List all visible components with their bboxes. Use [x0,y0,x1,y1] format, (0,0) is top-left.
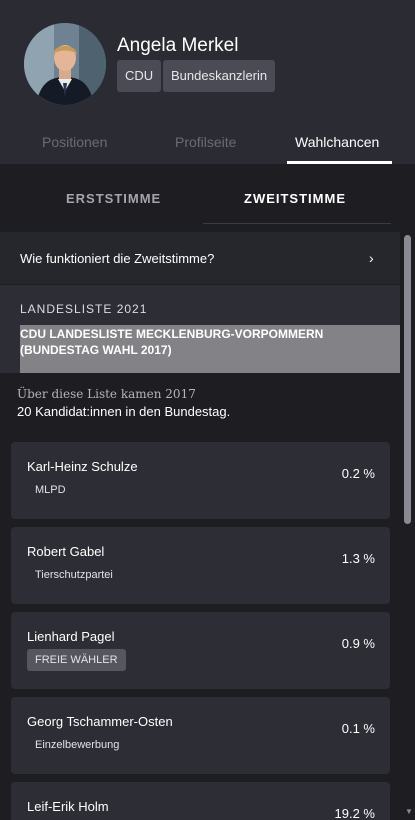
avatar [24,23,106,105]
list-note-line2: 20 Kandidat:innen in den Bundestag. [17,404,231,419]
info-link-label: Wie funktioniert die Zweitstimme? [20,251,215,266]
candidate-card[interactable]: Georg Tschammer-Osten Einzelbewerbung 0.… [11,697,390,774]
candidate-name: Angela Merkel [117,35,239,56]
tab-zweitstimme[interactable]: ZWEITSTIMME [244,191,346,206]
active-vote-tab-indicator [203,223,391,224]
role-tag: Bundeskanzlerin [163,60,276,92]
candidate-card-party: Einzelbewerbung [35,739,120,751]
scrollbar-thumb[interactable] [404,235,411,524]
zweitstimme-info-link[interactable]: Wie funktioniert die Zweitstimme? › [0,232,400,284]
tab-wahlchancen[interactable]: Wahlchancen [295,134,379,150]
candidate-card-percent: 0.9 % [341,636,375,651]
candidate-card-percent: 0.1 % [341,721,375,736]
person-photo-icon [24,23,106,105]
candidate-card-name: Georg Tschammer-Osten [27,714,173,729]
candidate-card-percent: 0.2 % [341,466,375,481]
candidate-card[interactable]: Leif-Erik Holm 19.2 % [11,782,390,820]
tab-positionen[interactable]: Positionen [42,134,107,150]
active-tab-indicator [287,161,392,164]
candidate-card-party-badge: FREIE WÄHLER [27,649,126,671]
candidate-card-party: Tierschutzpartei [35,569,113,581]
chevron-right-icon: › [369,250,374,266]
list-note-line1: Über diese Liste kamen 2017 [17,387,196,401]
candidate-card-name: Leif-Erik Holm [27,799,109,814]
vote-tabs: ERSTSTIMME ZWEITSTIMME [0,172,415,224]
candidate-card[interactable]: Robert Gabel Tierschutzpartei 1.3 % [11,527,390,604]
candidate-card[interactable]: Karl-Heinz Schulze MLPD 0.2 % [11,442,390,519]
party-tag: CDU [117,60,162,92]
landesliste-box: LANDESLISTE 2021 CDU LANDESLISTE MECKLEN… [0,285,400,373]
candidate-card-percent: 19.2 % [334,806,375,820]
tab-profilseite[interactable]: Profilseite [175,134,236,150]
candidate-card-percent: 1.3 % [341,551,375,566]
candidate-card-party: MLPD [35,484,66,496]
landesliste-label: LANDESLISTE 2021 [20,302,148,316]
landesliste-name: CDU LANDESLISTE MECKLENBURG-VORPOMMERN (… [20,327,324,357]
candidate-card-name: Karl-Heinz Schulze [27,459,138,474]
candidate-card-name: Lienhard Pagel [27,629,115,644]
scroll-down-arrow-icon[interactable]: ▼ [403,806,415,818]
candidate-card[interactable]: Lienhard Pagel FREIE WÄHLER 0.9 % [11,612,390,689]
candidate-card-name: Robert Gabel [27,544,105,559]
tab-erststimme[interactable]: ERSTSTIMME [66,191,161,206]
profile-tabs: Positionen Profilseite Wahlchancen [0,122,415,164]
profile-header: Angela Merkel CDU Bundeskanzlerin Positi… [0,0,415,164]
